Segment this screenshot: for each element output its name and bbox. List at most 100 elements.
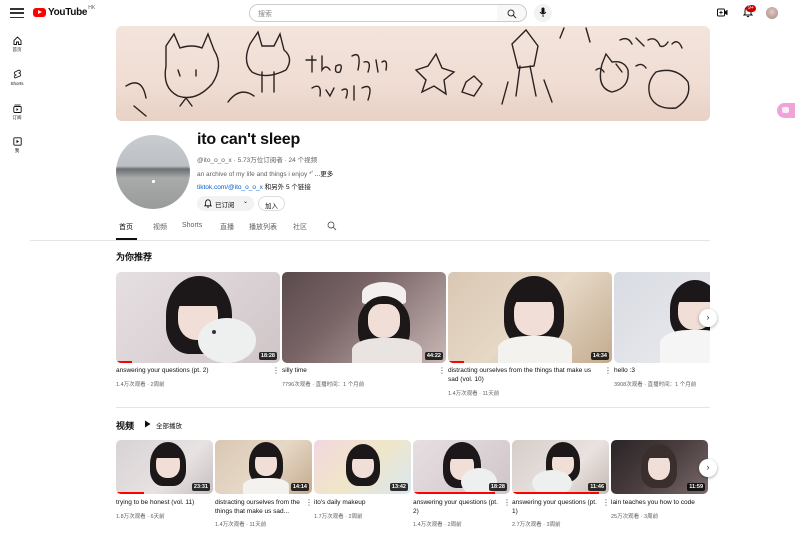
video-card[interactable]: 11:59 lain teaches you how to code 25万次观… — [611, 440, 710, 520]
video-thumbnail[interactable]: 14:14 — [215, 440, 312, 494]
video-card[interactable]: 13:42 ito's daily makeup 1.7万次观看 · 2周前 — [314, 440, 411, 520]
video-duration: 14:34 — [590, 352, 609, 360]
thumbnail-bangs — [647, 447, 671, 458]
search-button[interactable] — [497, 4, 527, 22]
video-thumbnail[interactable]: 11:46 — [512, 440, 609, 494]
description-more[interactable]: ...更多 — [315, 171, 333, 178]
video-title[interactable]: distracting ourselves from the things th… — [448, 367, 598, 384]
rail-item-shorts[interactable]: Shorts — [4, 69, 30, 86]
carousel-next-button[interactable]: › — [699, 459, 717, 477]
video-title[interactable]: ito's daily makeup — [314, 499, 402, 508]
logo-region: HK — [88, 4, 96, 11]
video-duration: 44:22 — [424, 352, 443, 360]
carousel-next-button[interactable]: › — [699, 309, 717, 327]
video-title[interactable]: answering your questions (pt. 1) — [512, 499, 600, 516]
extra-links[interactable]: 和另外 5 个链接 — [265, 184, 311, 191]
watch-progress-bar — [413, 492, 495, 494]
floating-extension-icon[interactable] — [777, 103, 795, 118]
microphone-icon — [539, 7, 547, 17]
more-options-icon[interactable]: ⋮ — [272, 367, 280, 375]
video-card[interactable]: 11:46 answering your questions (pt. 1) 2… — [512, 440, 610, 528]
thumbnail-bangs — [176, 284, 220, 306]
channel-name: ito can't sleep — [197, 131, 301, 148]
thumbnail-bangs — [254, 446, 278, 457]
more-options-icon[interactable]: ⋮ — [604, 367, 612, 375]
video-title[interactable]: silly time — [282, 367, 432, 376]
video-thumbnail[interactable]: 18:28 — [413, 440, 510, 494]
video-title[interactable]: hello :3 — [614, 367, 704, 376]
video-title[interactable]: distracting ourselves from the things th… — [215, 499, 303, 516]
video-thumbnail[interactable]: 23:31 — [116, 440, 213, 494]
video-thumbnail[interactable]: 18:28 — [116, 272, 280, 363]
thumbnail-shirt — [660, 330, 710, 363]
tab-community[interactable]: 社区 — [293, 222, 307, 232]
video-duration: 18:28 — [488, 483, 507, 491]
subscribed-button[interactable]: 已订阅 ⌄ — [197, 196, 254, 211]
thumbnail-bangs — [449, 447, 475, 459]
thumbnail-bangs — [351, 448, 375, 459]
chevron-down-icon: ⌄ — [243, 199, 249, 205]
video-card[interactable]: 14:14 distracting ourselves from the thi… — [215, 440, 313, 528]
recommended-section-title: 为你推荐 — [116, 252, 153, 262]
video-card[interactable]: 14:34 distracting ourselves from the thi… — [448, 272, 612, 402]
channel-description[interactable]: an archive of my life and things i enjoy… — [197, 168, 333, 178]
channel-avatar[interactable] — [116, 135, 190, 209]
section-divider — [116, 407, 710, 408]
video-thumbnail[interactable]: 13:42 — [314, 440, 411, 494]
tab-shorts[interactable]: Shorts — [182, 222, 202, 229]
voice-search-button[interactable] — [534, 4, 552, 22]
account-avatar[interactable] — [766, 7, 778, 19]
video-card[interactable]: 18:28 answering your questions (pt. 2) 1… — [413, 440, 511, 528]
thumbnail-face — [368, 304, 400, 338]
video-thumbnail[interactable]: 44:22 — [282, 272, 446, 363]
more-options-icon[interactable]: ⋮ — [503, 499, 511, 507]
more-options-icon[interactable]: ⋮ — [438, 367, 446, 375]
rail-item-subscriptions[interactable]: 订阅 — [4, 104, 30, 121]
rail-label-home: 首页 — [12, 47, 22, 52]
video-duration: 11:59 — [687, 483, 705, 491]
video-meta: 25万次观看 · 3周前 — [611, 514, 659, 520]
video-card[interactable]: 18:28 answering your questions (pt. 2) 1… — [116, 272, 280, 392]
video-title[interactable]: lain teaches you how to code — [611, 499, 703, 508]
video-title[interactable]: answering your questions (pt. 2) — [413, 499, 501, 516]
tab-playlists[interactable]: 播放列表 — [249, 222, 277, 232]
menu-icon[interactable] — [10, 6, 24, 20]
video-duration: 14:14 — [290, 483, 309, 491]
more-options-icon[interactable]: ⋮ — [305, 499, 313, 507]
thumbnail-bangs — [512, 282, 556, 302]
video-thumbnail[interactable]: 11:59 — [611, 440, 708, 494]
video-meta: 1.8万次观看 · 6天前 — [116, 514, 165, 520]
tab-home[interactable]: 首页 — [119, 222, 133, 232]
video-thumbnail[interactable]: 14:34 — [448, 272, 612, 363]
video-meta: 1.7万次观看 · 2周前 — [314, 514, 363, 520]
shorts-icon — [13, 69, 21, 79]
more-options-icon[interactable]: ⋮ — [602, 499, 610, 507]
channel-search-icon[interactable] — [327, 221, 337, 231]
youtube-logo[interactable]: YouTube HK — [33, 4, 96, 18]
rail-label-subscriptions: 订阅 — [12, 115, 22, 120]
bell-icon — [204, 199, 212, 208]
video-title[interactable]: answering your questions (pt. 2) — [116, 367, 266, 376]
video-card[interactable]: 44:22 silly time 7796次观看 · 直播时间：1 个月前 ⋮ — [282, 272, 446, 392]
video-meta: 1.4万次观看 · 11天前 — [215, 522, 267, 528]
video-card[interactable]: hello :3 3908次观看 · 直播时间：1 个月前 — [614, 272, 710, 392]
you-icon — [12, 137, 22, 146]
play-all-button[interactable]: 全部播放 — [145, 420, 182, 430]
tab-live[interactable]: 直播 — [220, 222, 234, 232]
tab-videos[interactable]: 视频 — [153, 222, 167, 232]
rail-item-you[interactable]: 我 — [4, 137, 30, 154]
channel-links: tiktok.com/@ito_o_o_x 和另外 5 个链接 — [197, 181, 311, 191]
thumbnail-shirt — [498, 336, 572, 363]
video-meta: 1.4万次观看 · 11天前 — [448, 391, 500, 397]
video-card[interactable]: 23:31 trying to be honest (vol. 11) 1.8万… — [116, 440, 213, 520]
search-input[interactable]: 搜索 — [249, 4, 498, 22]
chevron-right-icon: › — [706, 312, 710, 322]
video-title[interactable]: trying to be honest (vol. 11) — [116, 499, 204, 508]
rail-item-home[interactable]: 首页 — [4, 36, 30, 53]
join-button[interactable]: 加入 — [258, 196, 285, 211]
create-video-icon[interactable] — [717, 8, 728, 17]
video-duration: 11:46 — [588, 483, 606, 491]
channel-link[interactable]: tiktok.com/@ito_o_o_x — [197, 184, 263, 191]
video-thumbnail[interactable] — [614, 272, 710, 363]
watch-progress-bar — [116, 361, 132, 363]
